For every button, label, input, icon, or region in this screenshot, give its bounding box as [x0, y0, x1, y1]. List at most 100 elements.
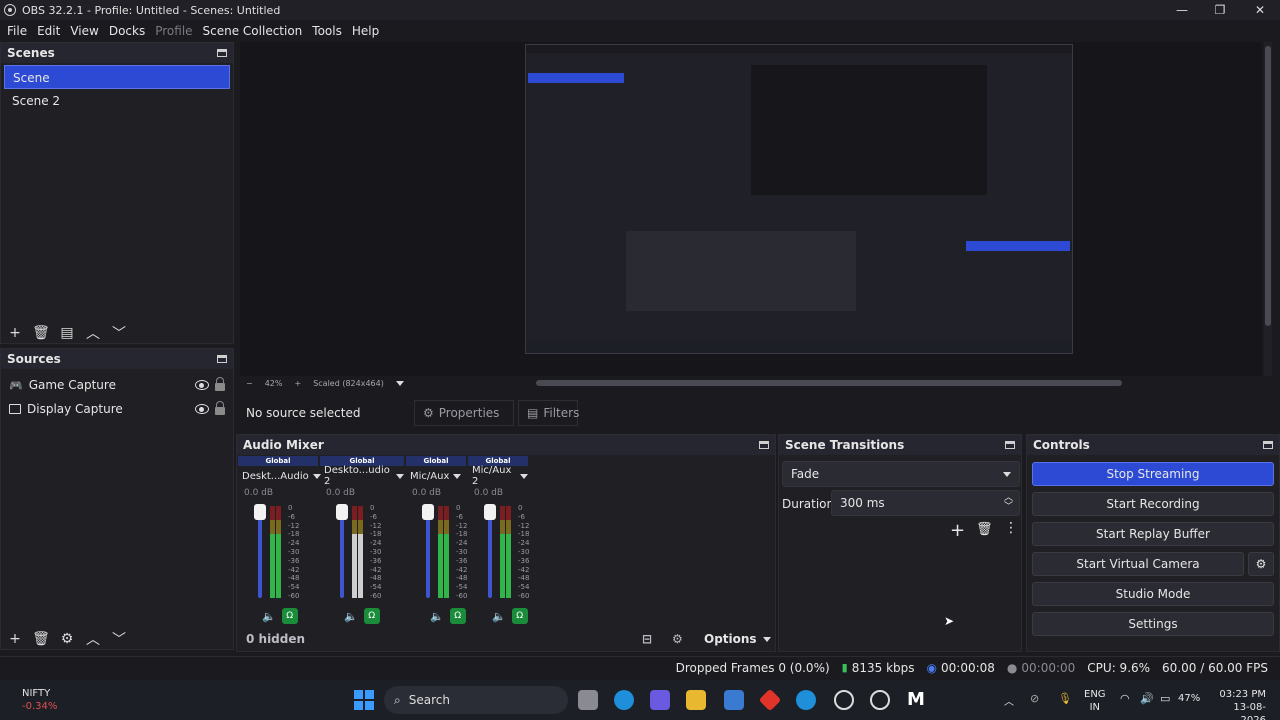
menu-profile[interactable]: Profile [150, 24, 197, 38]
audio-level-meter [500, 506, 505, 598]
menu-view[interactable]: View [65, 24, 103, 38]
add-source-button[interactable]: + [7, 631, 23, 647]
properties-button[interactable]: ⚙ Properties [414, 400, 514, 426]
channel-name[interactable]: Deskto...udio 2 [320, 465, 404, 487]
tray-icon[interactable]: ⊘ [1030, 692, 1039, 705]
remove-scene-button[interactable]: 🗑 [32, 325, 50, 341]
minimize-icon[interactable]: — [1162, 0, 1202, 20]
volume-icon[interactable]: 🔊 [1140, 692, 1154, 705]
source-item-game-capture[interactable]: 🎮 Game Capture [1, 373, 233, 397]
speaker-mute-icon[interactable]: 🔈 [262, 610, 276, 623]
windows-start-icon[interactable] [354, 690, 374, 710]
duration-spinbox[interactable]: 300 ms ︿ ﹀ [831, 490, 1020, 516]
copilot-icon[interactable] [650, 690, 670, 710]
channel-name[interactable]: Mic/Aux [406, 466, 466, 486]
scene-item[interactable]: Scene [4, 65, 230, 89]
taskbar-search[interactable]: ⌕ Search [384, 686, 568, 714]
options-button[interactable]: Options [704, 632, 771, 646]
headphones-monitor-icon[interactable]: Ω [281, 608, 298, 624]
remove-source-button[interactable]: 🗑 [32, 631, 50, 647]
tray-chevron-up-icon[interactable]: ︿ [1004, 693, 1014, 708]
menu-edit[interactable]: Edit [32, 24, 65, 38]
move-up-icon[interactable]: ︿ [85, 325, 101, 342]
undock-icon[interactable] [217, 355, 227, 363]
studio-mode-button[interactable]: Studio Mode [1032, 582, 1274, 606]
lock-icon[interactable] [215, 377, 225, 391]
menu-scene-collection[interactable]: Scene Collection [198, 24, 308, 38]
spin-arrows-icon[interactable]: ︿ ﹀ [1004, 494, 1013, 512]
advanced-settings-icon[interactable]: ⚙ [672, 632, 683, 646]
headphones-monitor-icon[interactable]: Ω [363, 608, 380, 624]
headphones-monitor-icon[interactable]: Ω [511, 608, 528, 624]
battery-icon[interactable]: ▭ [1160, 692, 1170, 705]
virtual-camera-settings-button[interactable]: ⚙ [1248, 552, 1274, 576]
stop-streaming-button[interactable]: Stop Streaming [1032, 462, 1274, 486]
visibility-eye-icon[interactable] [195, 380, 209, 390]
source-item-display-capture[interactable]: Display Capture [1, 397, 233, 421]
chatgpt-icon[interactable] [834, 690, 854, 710]
speaker-mute-icon[interactable]: 🔈 [492, 610, 506, 623]
volume-slider-handle[interactable] [422, 504, 434, 520]
volume-slider-handle[interactable] [254, 504, 266, 520]
layout-icon[interactable]: ⊟ [642, 632, 652, 646]
lock-icon[interactable] [215, 401, 225, 415]
move-down-icon[interactable]: ﹀ [111, 325, 127, 342]
add-transition-button[interactable]: + [950, 520, 965, 541]
menu-docks[interactable]: Docks [104, 24, 150, 38]
settings-button[interactable]: Settings [1032, 612, 1274, 636]
visibility-eye-icon[interactable] [195, 404, 209, 414]
file-explorer-icon[interactable] [686, 690, 706, 710]
preview-horizontal-scrollbar[interactable] [536, 380, 1122, 386]
undock-icon[interactable] [1005, 441, 1015, 449]
language-indicator[interactable]: ENG IN [1084, 688, 1106, 714]
move-down-icon[interactable]: ﹀ [111, 631, 127, 648]
gear-icon[interactable]: ⚙ [59, 631, 75, 647]
volume-slider-handle[interactable] [484, 504, 496, 520]
help-icon[interactable] [796, 690, 816, 710]
undock-icon[interactable] [1263, 441, 1273, 449]
add-scene-button[interactable]: + [7, 325, 23, 341]
transition-type-select[interactable]: Fade [782, 461, 1020, 487]
close-icon[interactable]: ✕ [1240, 0, 1280, 20]
mixer-channel-strip: Global Mic/Aux 0.0 dB 0 -6 -12 -18 -24 -30 -36 -42… [406, 456, 467, 626]
wifi-icon[interactable]: ◠ [1120, 692, 1130, 705]
move-up-icon[interactable]: ︿ [85, 631, 101, 648]
maximize-icon[interactable]: ❐ [1200, 0, 1240, 20]
start-replay-buffer-button[interactable]: Start Replay Buffer [1032, 522, 1274, 546]
task-view-icon[interactable] [578, 690, 598, 710]
menu-tools[interactable]: Tools [307, 24, 347, 38]
volume-slider[interactable] [422, 504, 434, 598]
speaker-mute-icon[interactable]: 🔈 [430, 610, 444, 623]
microphone-icon[interactable]: 🎙 [1058, 692, 1072, 705]
filters-button[interactable]: ▤ Filters [518, 400, 579, 426]
clock[interactable]: 03:23 PM 13-08-2026 [1212, 688, 1266, 720]
channel-name[interactable]: Mic/Aux 2 [468, 465, 528, 487]
more-options-icon[interactable]: ⋮ [1004, 520, 1018, 536]
speaker-mute-icon[interactable]: 🔈 [344, 610, 358, 623]
chevron-down-icon[interactable] [395, 380, 404, 386]
filters-icon[interactable]: ▤ [59, 325, 75, 341]
obs-taskbar-icon[interactable] [870, 690, 890, 710]
scene-item[interactable]: Scene 2 [4, 89, 230, 113]
app-m-icon[interactable]: M [906, 690, 926, 710]
volume-slider-handle[interactable] [336, 504, 348, 520]
volume-slider[interactable] [484, 504, 496, 598]
headphones-monitor-icon[interactable]: Ω [449, 608, 466, 624]
start-virtual-camera-button[interactable]: Start Virtual Camera [1032, 552, 1244, 576]
channel-name[interactable]: Deskt...Audio [238, 466, 321, 486]
volume-slider[interactable] [254, 504, 266, 598]
db-scale-tick: -30 [370, 547, 382, 556]
edge-browser-icon[interactable] [614, 690, 634, 710]
store-icon[interactable] [724, 690, 744, 710]
preview-vertical-scrollbar[interactable] [1264, 42, 1272, 376]
stock-ticker-widget[interactable]: NIFTY -0.34% [22, 687, 57, 713]
volume-slider[interactable] [336, 504, 348, 598]
undock-icon[interactable] [217, 49, 227, 57]
start-recording-button[interactable]: Start Recording [1032, 492, 1274, 516]
menu-file[interactable]: File [2, 24, 32, 38]
undock-icon[interactable] [759, 441, 769, 449]
remove-transition-button[interactable]: 🗑 [976, 522, 993, 537]
zoom-out-button[interactable]: − [246, 379, 253, 388]
zoom-in-button[interactable]: + [294, 379, 301, 388]
menu-help[interactable]: Help [347, 24, 384, 38]
